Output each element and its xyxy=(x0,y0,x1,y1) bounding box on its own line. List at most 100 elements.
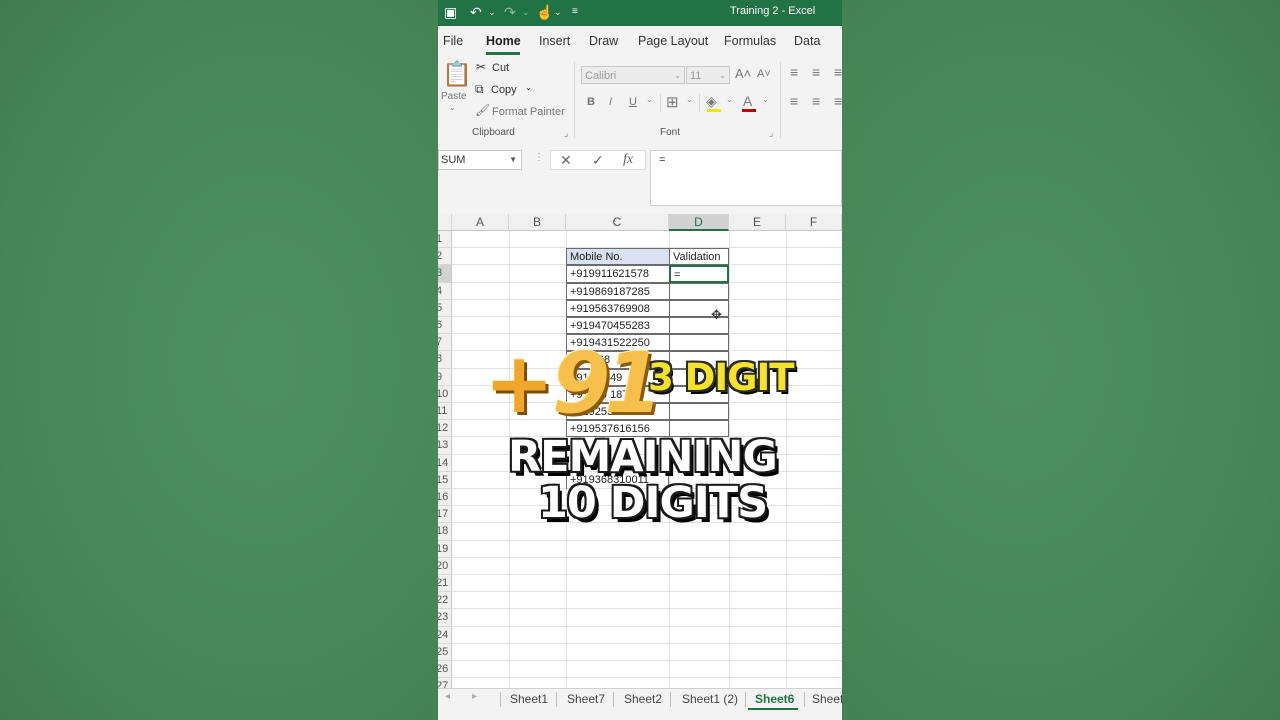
increase-font-icon[interactable]: A˄ xyxy=(735,66,751,81)
column-header-f[interactable]: F xyxy=(786,214,842,231)
paste-icon[interactable]: 📋 xyxy=(442,60,472,89)
touch-mode-icon[interactable]: ☝ xyxy=(536,4,553,21)
font-name-select[interactable]: Calibri ⌄ xyxy=(581,66,685,84)
row-header-20[interactable]: 20 xyxy=(438,557,452,575)
cancel-formula-icon[interactable]: ✕ xyxy=(560,152,572,169)
row-header-22[interactable]: 22 xyxy=(438,592,452,610)
select-all-corner[interactable] xyxy=(438,214,452,231)
row-header-23[interactable]: 23 xyxy=(438,609,452,627)
row-header-4[interactable]: 4 xyxy=(438,282,452,300)
sheet-tab-sheet6[interactable]: Sheet6 xyxy=(755,692,794,706)
borders-dropdown-icon[interactable]: ⌄ xyxy=(686,95,693,104)
validation-cell[interactable] xyxy=(669,282,729,300)
insert-function-icon[interactable]: fx xyxy=(623,152,633,168)
column-header-a[interactable]: A xyxy=(452,214,509,231)
cut-button[interactable]: Cut xyxy=(492,62,509,74)
align-top-icon[interactable]: ≡ xyxy=(790,64,798,80)
font-size-select[interactable]: 11 ⌄ xyxy=(686,66,730,84)
tab-file[interactable]: File xyxy=(443,34,463,48)
row-header-17[interactable]: 17 xyxy=(438,506,452,524)
row-header-19[interactable]: 19 xyxy=(438,540,452,558)
font-launcher-icon[interactable]: ⌟ xyxy=(769,128,773,139)
copy-icon[interactable]: ⧉ xyxy=(475,82,484,97)
align-bottom-icon[interactable]: ≡ xyxy=(834,64,842,80)
touch-dropdown-icon[interactable]: ⌄ xyxy=(554,7,562,18)
scroll-right-icon[interactable]: ▸ xyxy=(472,691,477,702)
decrease-font-icon[interactable]: A˅ xyxy=(757,68,771,80)
row-header-7[interactable]: 7 xyxy=(438,334,452,352)
redo-icon[interactable]: ↷ xyxy=(504,4,516,21)
row-header-2[interactable]: 2 xyxy=(438,248,452,266)
redo-dropdown-icon[interactable]: ⌄ xyxy=(522,7,530,18)
copy-dropdown-icon[interactable]: ⌄ xyxy=(525,83,532,92)
column-header-e[interactable]: E xyxy=(729,214,786,231)
tab-page-layout[interactable]: Page Layout xyxy=(638,34,708,48)
align-middle-icon[interactable]: ≡ xyxy=(812,64,820,80)
customize-toolbar-icon[interactable]: ≡ xyxy=(572,6,578,17)
row-header-27[interactable]: 27 xyxy=(438,678,452,688)
tab-draw[interactable]: Draw xyxy=(589,34,618,48)
italic-button[interactable]: I xyxy=(609,96,612,108)
row-header-21[interactable]: 21 xyxy=(438,575,452,593)
row-header-14[interactable]: 14 xyxy=(438,454,452,472)
cell-c2-header[interactable]: Mobile No. xyxy=(566,248,670,266)
row-header-25[interactable]: 25 xyxy=(438,643,452,661)
fill-color-icon[interactable]: ◈ xyxy=(706,93,717,110)
font-color-dropdown-icon[interactable]: ⌄ xyxy=(762,95,769,104)
column-header-b[interactable]: B xyxy=(509,214,566,231)
tab-insert[interactable]: Insert xyxy=(539,34,570,48)
align-right-icon[interactable]: ≡ xyxy=(834,93,842,109)
sheet-tab-partial[interactable]: Sheet xyxy=(812,692,842,706)
fill-color-dropdown-icon[interactable]: ⌄ xyxy=(726,95,733,104)
row-header-6[interactable]: 6 xyxy=(438,317,452,335)
underline-dropdown-icon[interactable]: ⌄ xyxy=(646,95,653,104)
paste-dropdown-icon[interactable]: ⌄ xyxy=(449,103,456,112)
mobile-number-cell[interactable]: +919563769908 xyxy=(566,299,670,317)
tab-formulas[interactable]: Formulas xyxy=(724,34,776,48)
clipboard-launcher-icon[interactable]: ⌟ xyxy=(564,128,568,139)
cell-d2-header[interactable]: Validation xyxy=(669,248,729,266)
mobile-number-cell[interactable]: +919911621578 xyxy=(566,265,670,283)
row-header-15[interactable]: 15 xyxy=(438,471,452,489)
row-header-18[interactable]: 18 xyxy=(438,523,452,541)
undo-icon[interactable]: ↶ xyxy=(470,4,482,21)
align-left-icon[interactable]: ≡ xyxy=(790,93,798,109)
format-painter-icon[interactable]: 🖌 xyxy=(475,103,490,117)
align-center-icon[interactable]: ≡ xyxy=(812,93,820,109)
row-header-12[interactable]: 12 xyxy=(438,420,452,438)
row-header-26[interactable]: 26 xyxy=(438,661,452,679)
formula-input[interactable]: = xyxy=(650,150,842,206)
mobile-number-cell[interactable]: +919470455283 xyxy=(566,317,670,335)
validation-cell[interactable] xyxy=(669,334,729,352)
mobile-number-cell[interactable]: +919869187285 xyxy=(566,282,670,300)
font-color-icon[interactable]: A xyxy=(743,93,752,109)
sheet-tab-sheet1[interactable]: Sheet1 xyxy=(510,692,548,706)
cut-icon[interactable]: ✂ xyxy=(476,60,486,74)
row-header-13[interactable]: 13 xyxy=(438,437,452,455)
row-header-24[interactable]: 24 xyxy=(438,626,452,644)
row-header-8[interactable]: 8 xyxy=(438,351,452,369)
row-header-3[interactable]: 3 xyxy=(438,265,452,283)
row-header-16[interactable]: 16 xyxy=(438,489,452,507)
row-header-1[interactable]: 1 xyxy=(438,231,452,249)
borders-icon[interactable]: ⊞ xyxy=(666,93,679,111)
name-box-dropdown-icon[interactable]: ▼ xyxy=(509,151,517,169)
column-header-d[interactable]: D xyxy=(669,214,729,231)
enter-formula-icon[interactable]: ✓ xyxy=(592,152,604,169)
name-box[interactable]: SUM ▼ xyxy=(438,150,522,170)
save-icon[interactable]: ▣ xyxy=(444,4,457,21)
bold-button[interactable]: B xyxy=(587,96,595,108)
tab-data[interactable]: Data xyxy=(794,34,820,48)
row-header-9[interactable]: 9 xyxy=(438,368,452,386)
validation-cell[interactable] xyxy=(669,403,729,421)
column-header-c[interactable]: C xyxy=(566,214,669,231)
sheet-tab-sheet1-2[interactable]: Sheet1 (2) xyxy=(682,692,738,706)
row-header-11[interactable]: 11 xyxy=(438,403,452,421)
undo-dropdown-icon[interactable]: ⌄ xyxy=(488,7,496,18)
sheet-tab-sheet7[interactable]: Sheet7 xyxy=(567,692,605,706)
active-cell-d3[interactable]: = xyxy=(669,265,729,283)
format-painter-button[interactable]: Format Painter xyxy=(492,106,565,118)
underline-button[interactable]: U xyxy=(629,96,637,108)
row-header-5[interactable]: 5 xyxy=(438,299,452,317)
scroll-left-icon[interactable]: ◂ xyxy=(445,691,450,702)
